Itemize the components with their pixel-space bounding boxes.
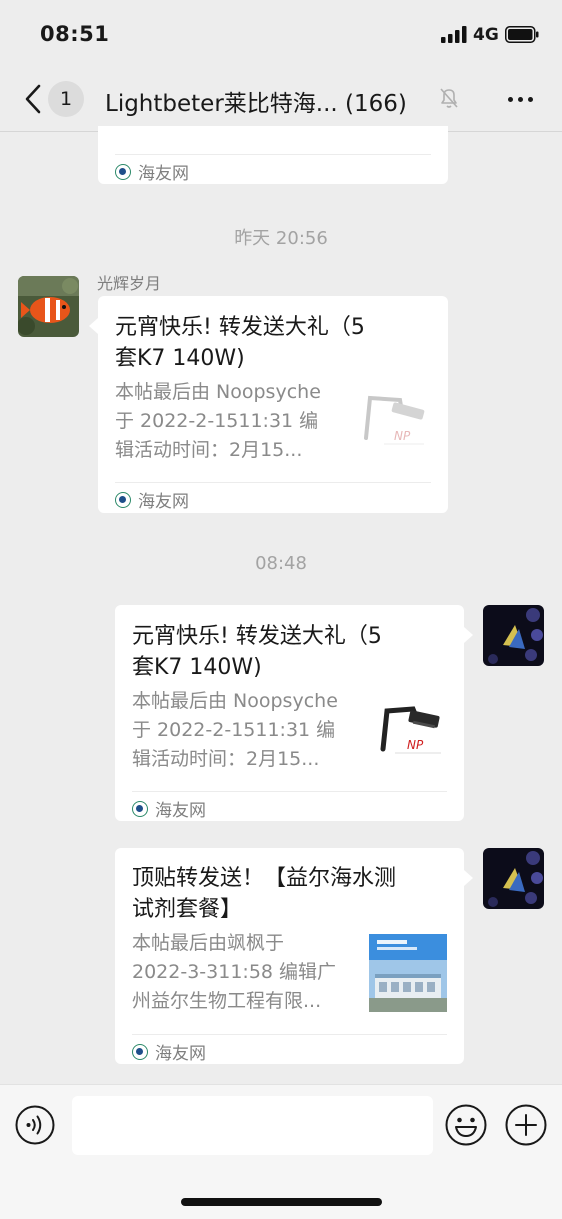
link-card[interactable]: 顶贴转发送！【益尔海水测 试剂套餐】 本帖最后由飒枫于 2022-3-311:5… [115,848,464,1064]
card-source: 海友网 [115,159,189,184]
card-desc-line: 本帖最后由 Noopsyche [115,381,321,403]
card-desc-line: 于 2022-2-1511:31 编 [115,410,319,432]
group-name: Lightbeter莱比特海... [105,91,338,117]
status-time: 08:51 [40,22,110,46]
message-timestamp: 昨天 20:56 [234,228,328,249]
bubble-tail [464,870,473,886]
back-button[interactable] [18,80,48,118]
bubble-tail [464,627,473,643]
voice-button[interactable] [15,1105,55,1145]
card-divider [132,1034,447,1035]
back-icon [25,84,41,114]
card-divider [115,154,431,155]
source-logo-icon [132,1043,148,1060]
battery-icon [505,26,539,43]
card-thumbnail: NP [373,697,451,775]
more-icon [507,96,513,102]
chat-title: Lightbeter莱比特海... (166) [105,84,407,118]
card-desc-line: 于 2022-2-1511:31 编 [132,719,336,741]
self-avatar[interactable] [483,605,544,666]
svg-text:NP: NP [394,429,411,443]
card-desc-line: 本帖最后由飒枫于 [132,932,285,954]
mute-icon [440,88,458,108]
source-logo-icon [115,163,131,180]
card-source-label: 海友网 [138,492,189,512]
plus-icon [505,1104,547,1146]
card-description: 本帖最后由 Noopsyche 于 2022-2-1511:31 编 辑活动时间… [132,687,362,774]
clownfish-avatar-icon [18,276,79,337]
card-desc-line: 辑活动时间：2月15... [132,748,320,770]
source-logo-icon [115,491,131,508]
message-input[interactable] [72,1096,433,1155]
avatar[interactable] [18,276,79,337]
card-desc-line: 州益尔生物工程有限... [132,990,322,1012]
member-count: (166) [345,91,407,117]
home-indicator [181,1198,382,1206]
card-title-line: 顶贴转发送！【益尔海水测 [132,866,397,891]
svg-text:NP: NP [407,738,424,752]
card-divider [132,791,447,792]
card-title-line: 试剂套餐】 [132,897,243,922]
self-avatar-icon [483,605,544,666]
link-card[interactable]: 元宵快乐! 转发送大礼（5 套K7 140W) 本帖最后由 Noopsyche … [98,296,448,513]
self-avatar-icon [483,848,544,909]
more-functions-button[interactable] [505,1104,547,1146]
card-thumbnail: NP [358,388,436,466]
card-desc-line: 本帖最后由 Noopsyche [132,690,338,712]
signal-icon [441,26,467,43]
card-source: 海友网 [132,796,206,821]
card-title: 顶贴转发送！【益尔海水测 试剂套餐】 [132,863,452,925]
card-title: 元宵快乐! 转发送大礼（5 套K7 140W) [132,621,450,683]
card-title-line: 元宵快乐! 转发送大礼（5 [132,624,382,649]
card-source-label: 海友网 [155,1044,206,1064]
more-options-button[interactable] [500,84,540,114]
card-title-line: 元宵快乐! 转发送大礼（5 [115,315,365,340]
card-thumbnail [369,934,447,1012]
source-logo-icon [132,800,148,817]
voice-icon [15,1105,55,1145]
bubble-tail [89,318,98,334]
emoji-icon [445,1104,487,1146]
emoji-button[interactable] [445,1104,487,1146]
card-desc-line: 2022-3-311:58 编辑广 [132,961,337,983]
card-divider [115,482,431,483]
message-timestamp: 08:48 [255,553,307,574]
unread-count-badge[interactable]: 1 [48,81,84,117]
card-source: 海友网 [132,1039,206,1064]
sender-name: 光辉岁月 [97,274,162,293]
link-card-partial[interactable]: 海友网 [98,126,448,184]
card-desc-line: 辑活动时间：2月15... [115,439,303,461]
card-title-line: 套K7 140W) [115,346,245,371]
card-source-label: 海友网 [138,164,189,184]
card-description: 本帖最后由 Noopsyche 于 2022-2-1511:31 编 辑活动时间… [115,378,345,465]
card-source-label: 海友网 [155,801,206,821]
link-card[interactable]: 元宵快乐! 转发送大礼（5 套K7 140W) 本帖最后由 Noopsyche … [115,605,464,821]
self-avatar[interactable] [483,848,544,909]
card-title-line: 套K7 140W) [132,655,262,680]
card-description: 本帖最后由飒枫于 2022-3-311:58 编辑广 州益尔生物工程有限... [132,929,362,1016]
card-source: 海友网 [115,487,189,512]
network-type: 4G [473,25,499,45]
card-title: 元宵快乐! 转发送大礼（5 套K7 140W) [115,312,433,374]
